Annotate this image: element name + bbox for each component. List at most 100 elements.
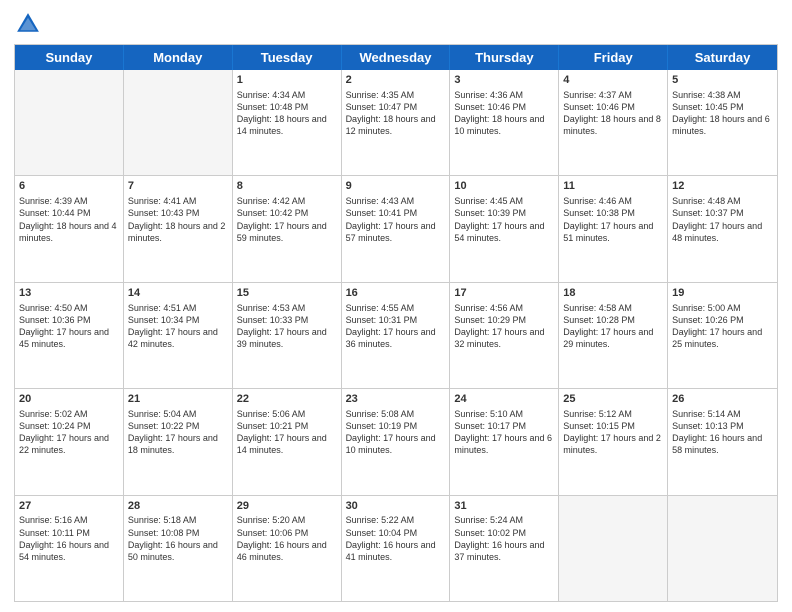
- cal-cell: 9Sunrise: 4:43 AM Sunset: 10:41 PM Dayli…: [342, 176, 451, 281]
- cal-header-sunday: Sunday: [15, 45, 124, 70]
- day-number: 23: [346, 392, 446, 407]
- cal-cell: 7Sunrise: 4:41 AM Sunset: 10:43 PM Dayli…: [124, 176, 233, 281]
- cal-cell: 20Sunrise: 5:02 AM Sunset: 10:24 PM Dayl…: [15, 389, 124, 494]
- day-info: Sunrise: 5:00 AM Sunset: 10:26 PM Daylig…: [672, 302, 773, 351]
- cal-cell: 12Sunrise: 4:48 AM Sunset: 10:37 PM Dayl…: [668, 176, 777, 281]
- cal-cell: 8Sunrise: 4:42 AM Sunset: 10:42 PM Dayli…: [233, 176, 342, 281]
- cal-header-friday: Friday: [559, 45, 668, 70]
- cal-row-4: 27Sunrise: 5:16 AM Sunset: 10:11 PM Dayl…: [15, 496, 777, 601]
- day-info: Sunrise: 5:18 AM Sunset: 10:08 PM Daylig…: [128, 514, 228, 563]
- cal-row-3: 20Sunrise: 5:02 AM Sunset: 10:24 PM Dayl…: [15, 389, 777, 495]
- cal-cell: 21Sunrise: 5:04 AM Sunset: 10:22 PM Dayl…: [124, 389, 233, 494]
- day-info: Sunrise: 5:06 AM Sunset: 10:21 PM Daylig…: [237, 408, 337, 457]
- day-number: 3: [454, 73, 554, 88]
- day-number: 17: [454, 286, 554, 301]
- cal-cell: 10Sunrise: 4:45 AM Sunset: 10:39 PM Dayl…: [450, 176, 559, 281]
- day-number: 13: [19, 286, 119, 301]
- cal-cell: 11Sunrise: 4:46 AM Sunset: 10:38 PM Dayl…: [559, 176, 668, 281]
- day-info: Sunrise: 4:58 AM Sunset: 10:28 PM Daylig…: [563, 302, 663, 351]
- day-number: 16: [346, 286, 446, 301]
- calendar-body: 1Sunrise: 4:34 AM Sunset: 10:48 PM Dayli…: [15, 70, 777, 601]
- day-info: Sunrise: 4:46 AM Sunset: 10:38 PM Daylig…: [563, 195, 663, 244]
- day-number: 11: [563, 179, 663, 194]
- day-info: Sunrise: 5:12 AM Sunset: 10:15 PM Daylig…: [563, 408, 663, 457]
- cal-cell: 31Sunrise: 5:24 AM Sunset: 10:02 PM Dayl…: [450, 496, 559, 601]
- day-info: Sunrise: 4:45 AM Sunset: 10:39 PM Daylig…: [454, 195, 554, 244]
- day-info: Sunrise: 5:08 AM Sunset: 10:19 PM Daylig…: [346, 408, 446, 457]
- cal-cell: 26Sunrise: 5:14 AM Sunset: 10:13 PM Dayl…: [668, 389, 777, 494]
- day-number: 8: [237, 179, 337, 194]
- day-number: 1: [237, 73, 337, 88]
- day-number: 18: [563, 286, 663, 301]
- cal-header-tuesday: Tuesday: [233, 45, 342, 70]
- cal-cell: 27Sunrise: 5:16 AM Sunset: 10:11 PM Dayl…: [15, 496, 124, 601]
- cal-cell: [668, 496, 777, 601]
- day-number: 9: [346, 179, 446, 194]
- day-number: 30: [346, 499, 446, 514]
- logo: [14, 10, 46, 38]
- day-number: 19: [672, 286, 773, 301]
- calendar: SundayMondayTuesdayWednesdayThursdayFrid…: [14, 44, 778, 602]
- cal-cell: 17Sunrise: 4:56 AM Sunset: 10:29 PM Dayl…: [450, 283, 559, 388]
- day-number: 14: [128, 286, 228, 301]
- day-number: 21: [128, 392, 228, 407]
- cal-cell: 15Sunrise: 4:53 AM Sunset: 10:33 PM Dayl…: [233, 283, 342, 388]
- day-number: 6: [19, 179, 119, 194]
- cal-cell: 25Sunrise: 5:12 AM Sunset: 10:15 PM Dayl…: [559, 389, 668, 494]
- day-number: 24: [454, 392, 554, 407]
- day-number: 28: [128, 499, 228, 514]
- cal-row-1: 6Sunrise: 4:39 AM Sunset: 10:44 PM Dayli…: [15, 176, 777, 282]
- day-number: 20: [19, 392, 119, 407]
- cal-cell: [15, 70, 124, 175]
- cal-cell: 5Sunrise: 4:38 AM Sunset: 10:45 PM Dayli…: [668, 70, 777, 175]
- day-info: Sunrise: 4:48 AM Sunset: 10:37 PM Daylig…: [672, 195, 773, 244]
- day-info: Sunrise: 4:34 AM Sunset: 10:48 PM Daylig…: [237, 89, 337, 138]
- day-info: Sunrise: 4:41 AM Sunset: 10:43 PM Daylig…: [128, 195, 228, 244]
- cal-cell: 1Sunrise: 4:34 AM Sunset: 10:48 PM Dayli…: [233, 70, 342, 175]
- cal-cell: 28Sunrise: 5:18 AM Sunset: 10:08 PM Dayl…: [124, 496, 233, 601]
- day-info: Sunrise: 4:37 AM Sunset: 10:46 PM Daylig…: [563, 89, 663, 138]
- day-info: Sunrise: 5:10 AM Sunset: 10:17 PM Daylig…: [454, 408, 554, 457]
- cal-cell: 4Sunrise: 4:37 AM Sunset: 10:46 PM Dayli…: [559, 70, 668, 175]
- cal-cell: 23Sunrise: 5:08 AM Sunset: 10:19 PM Dayl…: [342, 389, 451, 494]
- day-info: Sunrise: 5:02 AM Sunset: 10:24 PM Daylig…: [19, 408, 119, 457]
- page: SundayMondayTuesdayWednesdayThursdayFrid…: [0, 0, 792, 612]
- cal-cell: 22Sunrise: 5:06 AM Sunset: 10:21 PM Dayl…: [233, 389, 342, 494]
- day-info: Sunrise: 4:39 AM Sunset: 10:44 PM Daylig…: [19, 195, 119, 244]
- day-number: 7: [128, 179, 228, 194]
- day-info: Sunrise: 4:55 AM Sunset: 10:31 PM Daylig…: [346, 302, 446, 351]
- day-info: Sunrise: 5:04 AM Sunset: 10:22 PM Daylig…: [128, 408, 228, 457]
- day-info: Sunrise: 4:53 AM Sunset: 10:33 PM Daylig…: [237, 302, 337, 351]
- cal-row-0: 1Sunrise: 4:34 AM Sunset: 10:48 PM Dayli…: [15, 70, 777, 176]
- day-number: 29: [237, 499, 337, 514]
- header: [14, 10, 778, 38]
- cal-cell: 19Sunrise: 5:00 AM Sunset: 10:26 PM Dayl…: [668, 283, 777, 388]
- day-info: Sunrise: 5:24 AM Sunset: 10:02 PM Daylig…: [454, 514, 554, 563]
- cal-cell: 18Sunrise: 4:58 AM Sunset: 10:28 PM Dayl…: [559, 283, 668, 388]
- day-info: Sunrise: 4:38 AM Sunset: 10:45 PM Daylig…: [672, 89, 773, 138]
- day-info: Sunrise: 4:35 AM Sunset: 10:47 PM Daylig…: [346, 89, 446, 138]
- day-number: 10: [454, 179, 554, 194]
- day-number: 26: [672, 392, 773, 407]
- day-info: Sunrise: 4:42 AM Sunset: 10:42 PM Daylig…: [237, 195, 337, 244]
- day-info: Sunrise: 5:20 AM Sunset: 10:06 PM Daylig…: [237, 514, 337, 563]
- day-number: 27: [19, 499, 119, 514]
- day-number: 5: [672, 73, 773, 88]
- day-number: 15: [237, 286, 337, 301]
- day-info: Sunrise: 4:50 AM Sunset: 10:36 PM Daylig…: [19, 302, 119, 351]
- cal-header-wednesday: Wednesday: [342, 45, 451, 70]
- cal-cell: 24Sunrise: 5:10 AM Sunset: 10:17 PM Dayl…: [450, 389, 559, 494]
- cal-cell: 14Sunrise: 4:51 AM Sunset: 10:34 PM Dayl…: [124, 283, 233, 388]
- logo-icon: [14, 10, 42, 38]
- day-info: Sunrise: 4:51 AM Sunset: 10:34 PM Daylig…: [128, 302, 228, 351]
- cal-cell: 6Sunrise: 4:39 AM Sunset: 10:44 PM Dayli…: [15, 176, 124, 281]
- cal-row-2: 13Sunrise: 4:50 AM Sunset: 10:36 PM Dayl…: [15, 283, 777, 389]
- day-info: Sunrise: 5:22 AM Sunset: 10:04 PM Daylig…: [346, 514, 446, 563]
- cal-header-monday: Monday: [124, 45, 233, 70]
- cal-cell: 29Sunrise: 5:20 AM Sunset: 10:06 PM Dayl…: [233, 496, 342, 601]
- day-number: 12: [672, 179, 773, 194]
- cal-header-saturday: Saturday: [668, 45, 777, 70]
- day-info: Sunrise: 4:36 AM Sunset: 10:46 PM Daylig…: [454, 89, 554, 138]
- day-number: 2: [346, 73, 446, 88]
- cal-cell: 2Sunrise: 4:35 AM Sunset: 10:47 PM Dayli…: [342, 70, 451, 175]
